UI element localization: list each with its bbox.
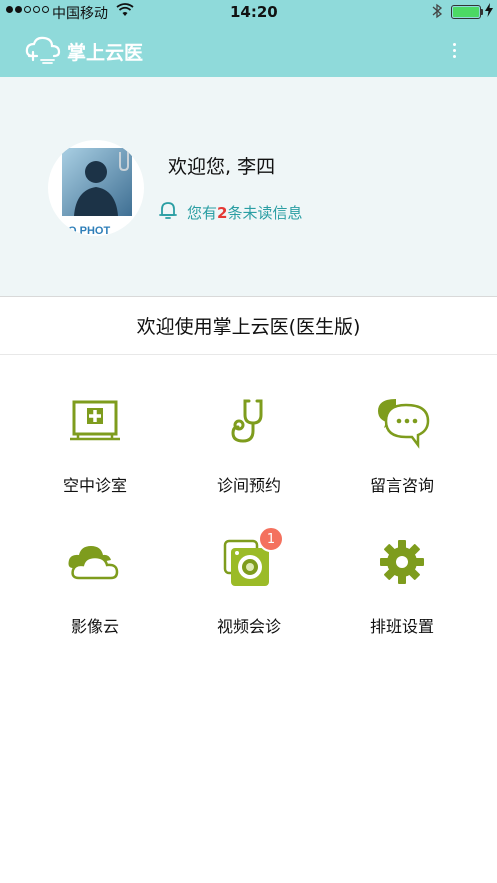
menu-label: 视频会诊 <box>216 617 281 636</box>
greeting-text: 欢迎您, 李四 <box>168 156 276 178</box>
unread-messages-link[interactable]: 您有2条未读信息 <box>158 200 302 224</box>
app-title: 掌上云医 <box>67 42 144 64</box>
menu-label: 空中诊室 <box>62 476 127 495</box>
avatar[interactable]: O PHOT <box>48 140 144 236</box>
unread-count: 2 <box>217 203 228 222</box>
charging-icon <box>485 3 493 20</box>
chat-bubbles-icon <box>372 397 432 457</box>
clock: 14:20 <box>230 3 278 21</box>
cloud-icon <box>65 538 125 598</box>
menu-item-appointment[interactable]: 诊间预约 <box>179 397 319 507</box>
carrier-name: 中国移动 <box>52 6 108 22</box>
menu-item-consultation[interactable]: 留言咨询 <box>332 397 472 507</box>
menu-item-video-consultation[interactable]: 视频会诊 <box>179 538 319 648</box>
battery-icon <box>451 5 481 19</box>
menu-item-image-cloud[interactable]: 影像云 <box>25 538 165 648</box>
notification-badge: 1 <box>258 526 284 552</box>
monitor-cross-icon <box>65 397 125 457</box>
menu-item-virtual-clinic[interactable]: 空中诊室 <box>25 397 165 507</box>
signal-strength-icon <box>6 6 49 13</box>
more-vertical-icon[interactable] <box>446 38 462 62</box>
menu-label: 留言咨询 <box>369 476 434 495</box>
menu-item-schedule-settings[interactable]: 排班设置 <box>332 538 472 648</box>
status-bar: 中国移动 14:20 <box>0 0 497 24</box>
top-bar: 中国移动 14:20 掌上云医 <box>0 0 497 77</box>
bell-icon <box>158 200 178 224</box>
unread-text: 您有2条未读信息 <box>187 203 303 222</box>
menu-label: 排班设置 <box>369 617 434 636</box>
welcome-banner: 欢迎使用掌上云医(医生版) <box>0 296 497 355</box>
nav-bar: 掌上云医 <box>0 24 497 77</box>
menu-label: 诊间预约 <box>216 476 281 495</box>
bluetooth-icon <box>431 3 443 23</box>
cloud-medical-icon <box>24 34 62 66</box>
wifi-icon <box>116 3 134 21</box>
menu-label: 影像云 <box>70 617 119 636</box>
gear-icon <box>372 538 432 598</box>
stethoscope-icon <box>219 397 279 457</box>
